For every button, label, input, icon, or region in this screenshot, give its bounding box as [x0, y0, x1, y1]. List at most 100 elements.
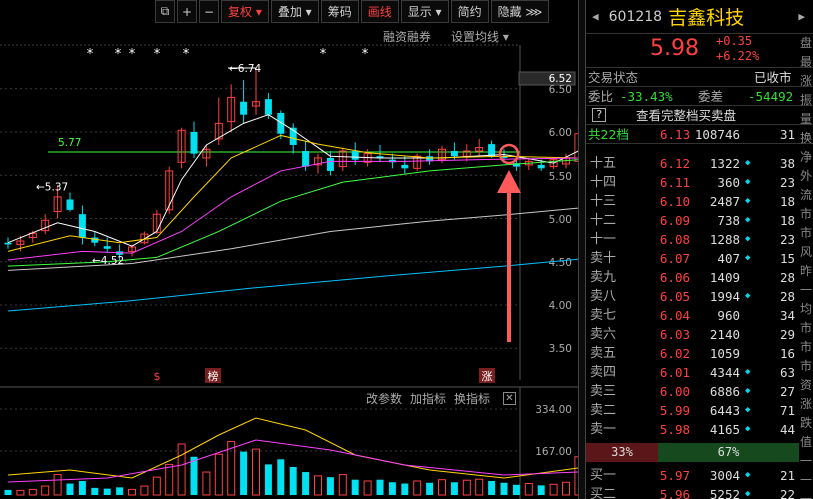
chips-button[interactable]: 筹码	[320, 0, 359, 23]
kline-chart[interactable]: 6.526.506.005.505.004.504.003.505.77←6.7…	[0, 0, 578, 499]
sell-level-count: 27	[779, 384, 795, 399]
volume-bar	[314, 475, 322, 496]
event-star-icon: *	[129, 47, 136, 62]
buy-level-row[interactable]: 买一 5.97 3004 ◆ 21	[586, 466, 813, 485]
buy-level-volume: 5252	[709, 487, 740, 499]
quote-panel: ◀ 601218 吉鑫科技 ▶ 5.98 +0.35 +6.22% 交易状态 已…	[586, 0, 813, 499]
volume-bar	[165, 463, 174, 496]
sell-level-row[interactable]: 十一 6.08 1288 ◆ 23	[586, 230, 813, 249]
next-stock-icon[interactable]: ▶	[798, 10, 805, 23]
clipped-label: 市	[800, 226, 813, 240]
volume-bar	[140, 485, 149, 496]
clipped-label: 量	[800, 112, 813, 126]
sell-level-label: 卖一	[590, 422, 617, 437]
event-star-icon: *	[183, 47, 190, 62]
panel-splitter[interactable]	[578, 0, 586, 499]
clipped-label: 昨	[800, 264, 813, 278]
sell-level-row[interactable]: 卖三 6.00 6886 ◆ 27	[586, 382, 813, 401]
volume-bar	[438, 479, 446, 496]
restore-rights-button[interactable]: 复权 ▾	[221, 0, 269, 23]
sell-level-row[interactable]: 卖四 6.01 4344 ◆ 63	[586, 363, 813, 382]
ma-settings-link[interactable]: 设置均线 ▾	[451, 28, 509, 45]
sell-level-label: 卖三	[590, 384, 617, 399]
zoom-out-icon[interactable]: −	[199, 0, 219, 23]
window-icon[interactable]: ⧉	[155, 0, 175, 23]
switch-indicator-link[interactable]: 换指标	[454, 390, 490, 407]
sell-level-label: 卖二	[590, 403, 617, 418]
sell-level-label: 卖五	[590, 346, 617, 361]
sell-level-row[interactable]: 卖一 5.98 4165 ◆ 44	[586, 420, 813, 439]
buy-level-row[interactable]: 买二 5.96 5252 ◆ 22	[586, 485, 813, 499]
edit-params-link[interactable]: 改参数	[366, 390, 402, 407]
volume-bar	[128, 488, 136, 496]
volume-bar	[252, 448, 260, 496]
sell-level-row[interactable]: 十二 6.09 738 ◆ 18	[586, 211, 813, 230]
event-star-icon: *	[115, 47, 122, 62]
candle-body	[326, 157, 334, 171]
price-tick-label: 6.00	[549, 127, 572, 139]
arrow-shaft	[507, 192, 511, 342]
sell-level-count: 71	[779, 403, 795, 418]
sell-level-count: 15	[779, 251, 795, 266]
sell-level-price: 6.00	[659, 384, 690, 399]
clipped-label: 振	[800, 93, 813, 107]
total-levels-count: 31	[779, 127, 795, 142]
volume-bar	[351, 479, 359, 495]
candle-body	[103, 246, 111, 249]
candle-body	[351, 151, 359, 160]
sell-level-row[interactable]: 十三 6.10 2487 ◆ 18	[586, 192, 813, 211]
clipped-label: 流	[800, 188, 813, 202]
volume-bar	[152, 476, 161, 496]
volume-bar	[413, 480, 422, 496]
sell-level-row[interactable]: 卖十 6.07 407 ◆ 15	[586, 249, 813, 268]
clipped-label: 涨	[800, 397, 813, 411]
sell-level-row[interactable]: 十五 6.12 1322 ◆ 38	[586, 154, 813, 173]
view-full-book-link[interactable]: 查看完整档买卖盘	[636, 106, 736, 125]
sell-level-row[interactable]: 卖七 6.04 960 34	[586, 306, 813, 325]
sell-level-count: 63	[779, 365, 795, 380]
simple-button[interactable]: 简约	[450, 0, 489, 23]
view-full-book-row[interactable]: ? 查看完整档买卖盘	[586, 106, 813, 125]
sell-level-price: 6.04	[659, 308, 690, 323]
chart-toolbar: ⧉ + − 复权 ▾ 叠加 ▾ 筹码 画线 显示 ▾ 简约 隐藏 ⋙	[155, 0, 551, 24]
display-button[interactable]: 显示 ▾	[400, 0, 449, 23]
candle-body	[401, 164, 409, 169]
sell-level-count: 29	[779, 327, 795, 342]
weibi-row: 委比 -33.43% 委差 -54492	[586, 87, 813, 106]
sell-level-row[interactable]: 卖六 6.03 2140 29	[586, 325, 813, 344]
sell-level-row[interactable]: 卖五 6.02 1059 16	[586, 344, 813, 363]
margin-trading-link[interactable]: 融资融券	[383, 28, 431, 45]
sell-level-count: 28	[779, 289, 795, 304]
sell-level-row[interactable]: 卖九 6.06 1409 28	[586, 268, 813, 287]
event-star-icon: *	[87, 47, 94, 62]
change-dot-icon: ◆	[745, 196, 751, 206]
kline-chart-area[interactable]: 6.52 6.50 6.00 5.50 5.00 4.50 4.00 3.50 5.77 ←6.7…	[0, 0, 578, 499]
zoom-in-icon[interactable]: +	[177, 0, 197, 23]
draw-line-button[interactable]: 画线	[360, 0, 399, 23]
change-dot-icon: ◆	[745, 367, 751, 377]
close-indicator-icon[interactable]: ✕	[503, 392, 516, 405]
sell-level-price: 6.06	[659, 270, 690, 285]
sell-level-row[interactable]: 十四 6.11 360 ◆ 23	[586, 173, 813, 192]
overlay-button[interactable]: 叠加 ▾	[270, 0, 319, 23]
sell-level-label: 十二	[590, 213, 617, 228]
stock-code: 601218	[608, 8, 663, 25]
sell-level-volume: 960	[717, 308, 740, 323]
total-levels-label: 共22档	[588, 127, 629, 142]
hide-button[interactable]: 隐藏 ⋙	[490, 0, 550, 23]
volume-tick-label: 167.00	[535, 446, 572, 458]
volume-bar	[190, 456, 198, 495]
clipped-label: 一	[800, 454, 813, 468]
peak-annotation-label: ←5.37	[36, 181, 68, 193]
sell-level-row[interactable]: 卖八 6.05 1994 ◆ 28	[586, 287, 813, 306]
sell-level-row[interactable]: 卖二 5.99 6443 ◆ 71	[586, 401, 813, 420]
volume-tick-label: 334.00	[535, 404, 572, 416]
prev-stock-icon[interactable]: ◀	[592, 10, 599, 23]
candle-body	[4, 242, 12, 245]
sell-level-volume: 1409	[709, 270, 740, 285]
change-dot-icon: ◆	[745, 177, 751, 187]
weibi-label: 委比	[588, 89, 614, 104]
sell-level-volume: 6443	[709, 403, 740, 418]
add-indicator-link[interactable]: 加指标	[410, 390, 446, 407]
sell-level-count: 38	[779, 156, 795, 171]
